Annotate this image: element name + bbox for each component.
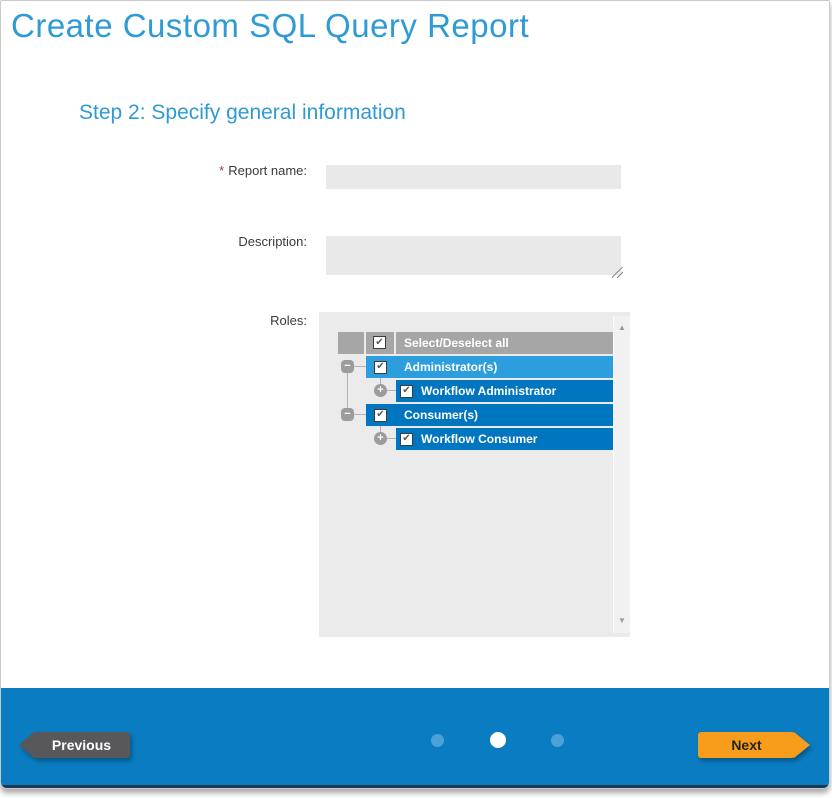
previous-arrow-icon <box>19 732 34 758</box>
step-dot-1[interactable] <box>431 734 444 747</box>
collapse-consumers-button[interactable]: − <box>341 408 354 421</box>
scroll-down-icon[interactable]: ▼ <box>614 617 630 625</box>
tree-connector <box>354 366 366 367</box>
tree-connector <box>347 373 348 408</box>
check-icon: ✔ <box>402 386 410 396</box>
consumers-checkbox[interactable]: ✔ <box>374 409 387 422</box>
roles-label: Roles: <box>151 313 307 328</box>
scroll-up-icon[interactable]: ▲ <box>614 324 630 332</box>
tree-connector <box>354 414 366 415</box>
collapse-administrators-button[interactable]: − <box>341 360 354 373</box>
step-heading: Step 2: Specify general information <box>79 101 406 125</box>
step-dot-2-active[interactable] <box>490 732 506 748</box>
page-title: Create Custom SQL Query Report <box>11 7 529 45</box>
check-icon: ✔ <box>402 434 410 444</box>
resize-grip-icon[interactable] <box>612 267 623 278</box>
administrators-checkbox[interactable]: ✔ <box>374 361 387 374</box>
tree-row-workflow-administrator[interactable]: ✔ Workflow Administrator <box>396 380 613 402</box>
workflow-administrator-checkbox[interactable]: ✔ <box>400 385 413 398</box>
expand-workflow-consumer-button[interactable]: + <box>374 432 387 445</box>
plus-icon: + <box>377 432 383 444</box>
plus-icon: + <box>377 384 383 396</box>
tree-row-workflow-consumer[interactable]: ✔ Workflow Consumer <box>396 428 613 450</box>
check-icon: ✔ <box>376 410 384 420</box>
roles-header-row[interactable]: Select/Deselect all ✔ <box>338 332 613 354</box>
select-deselect-all-checkbox[interactable]: ✔ <box>373 336 386 349</box>
step-dot-3[interactable] <box>551 734 564 747</box>
next-arrow-icon <box>794 732 810 758</box>
wizard-footer: Previous Next <box>1 688 829 788</box>
minus-icon: − <box>344 360 350 372</box>
description-label: Description: <box>151 234 307 249</box>
header-indent-cell <box>338 332 364 354</box>
report-name-input[interactable] <box>326 165 621 189</box>
roles-vertical-scrollbar[interactable]: ▲ ▼ <box>613 316 630 633</box>
select-deselect-all-label: Select/Deselect all <box>404 336 509 350</box>
check-icon: ✔ <box>375 338 383 348</box>
tree-row-consumers[interactable]: ✔ Consumer(s) <box>366 404 613 426</box>
wizard-window: Create Custom SQL Query Report Step 2: S… <box>0 0 830 789</box>
minus-icon: − <box>344 408 350 420</box>
tree-connector <box>387 390 396 391</box>
report-name-label: *Report name: <box>151 163 307 178</box>
description-textarea[interactable] <box>326 236 621 275</box>
expand-workflow-administrator-button[interactable]: + <box>374 384 387 397</box>
required-asterisk-icon: * <box>219 163 224 178</box>
check-icon: ✔ <box>376 362 384 372</box>
description-field-wrap <box>326 236 621 275</box>
roles-tree-panel: Select/Deselect all ✔ − + − + <box>319 312 630 637</box>
tree-connector <box>387 438 396 439</box>
tree-row-administrators[interactable]: ✔ Administrator(s) <box>366 356 613 378</box>
workflow-consumer-checkbox[interactable]: ✔ <box>400 433 413 446</box>
